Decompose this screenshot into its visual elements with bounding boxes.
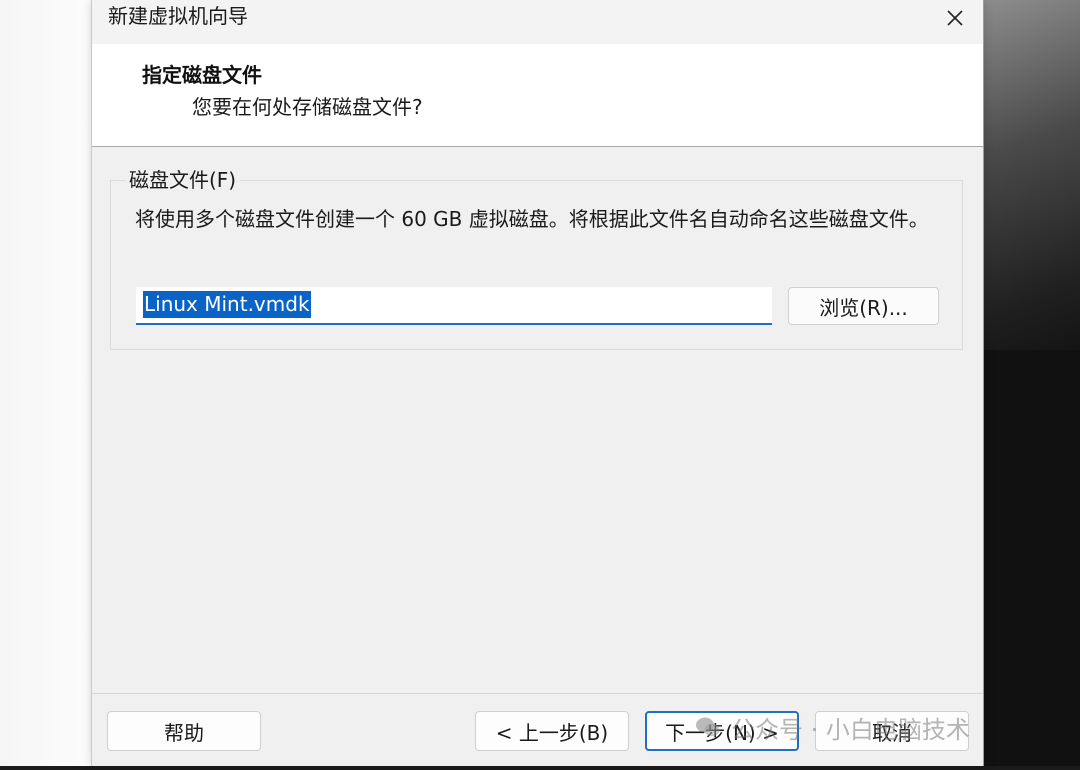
new-vm-wizard-dialog: 新建虚拟机向导 指定磁盘文件 您要在何处存储磁盘文件? 磁盘文件(F) 将使用多… [91, 0, 984, 766]
help-button[interactable]: 帮助 [107, 711, 261, 751]
close-button[interactable] [927, 0, 983, 36]
close-icon [947, 10, 963, 26]
desktop-wallpaper [983, 0, 1080, 360]
next-button[interactable]: 下一步(N) > [645, 711, 799, 751]
disk-file-description: 将使用多个磁盘文件创建一个 60 GB 虚拟磁盘。将根据此文件名自动命名这些磁盘… [135, 207, 929, 231]
desktop-wallpaper-dark [983, 350, 1080, 770]
wizard-header: 指定磁盘文件 您要在何处存储磁盘文件? [92, 44, 983, 147]
disk-file-group-label: 磁盘文件(F) [125, 167, 241, 193]
back-button[interactable]: < 上一步(B) [475, 711, 629, 751]
page-subtitle: 您要在何处存储磁盘文件? [192, 95, 423, 119]
disk-filename-selected-text: Linux Mint.vmdk [143, 291, 311, 318]
page-title: 指定磁盘文件 [142, 63, 262, 87]
disk-file-groupbox: 磁盘文件(F) 将使用多个磁盘文件创建一个 60 GB 虚拟磁盘。将根据此文件名… [110, 167, 963, 350]
wizard-footer: 帮助 < 上一步(B) 下一步(N) > 取消 [92, 693, 983, 766]
browse-button[interactable]: 浏览(R)... [788, 287, 939, 325]
disk-filename-input[interactable]: Linux Mint.vmdk [136, 287, 772, 325]
cancel-button[interactable]: 取消 [815, 711, 969, 751]
title-bar: 新建虚拟机向导 [92, 0, 983, 44]
taskbar-edge [0, 766, 1080, 770]
wizard-body: 磁盘文件(F) 将使用多个磁盘文件创建一个 60 GB 虚拟磁盘。将根据此文件名… [92, 147, 983, 693]
window-title: 新建虚拟机向导 [108, 4, 248, 28]
